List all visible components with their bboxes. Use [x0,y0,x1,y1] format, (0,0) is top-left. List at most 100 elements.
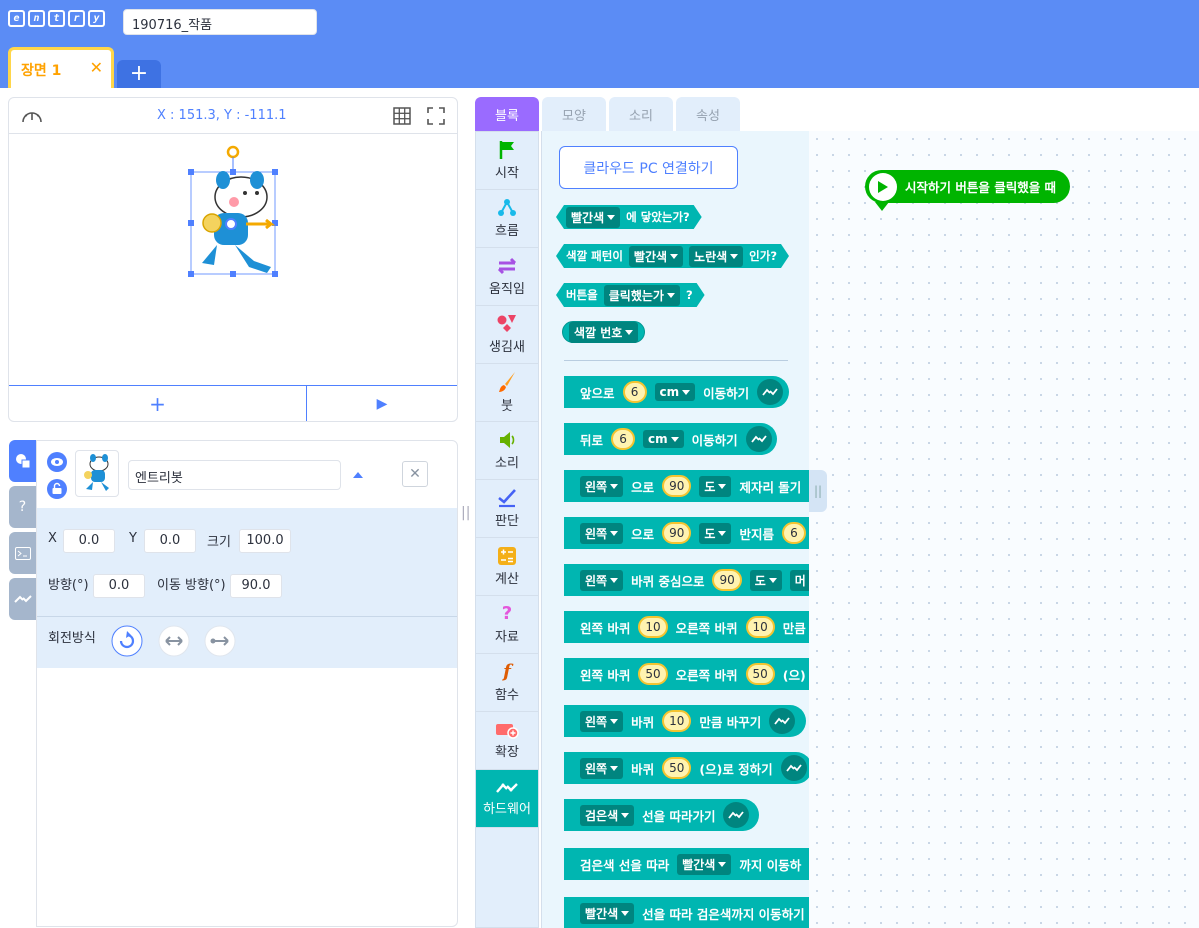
number-input[interactable]: 50 [662,757,692,779]
block-follow-line-until[interactable]: 검은색 선을 따라 빨간색 까지 이동하 [564,848,809,880]
cloud-pc-connect-button[interactable]: 클라우드 PC 연결하기 [559,146,738,189]
object-name-input[interactable]: 엔트리봇 [128,460,341,490]
color-dropdown[interactable]: 빨간색 [629,246,683,267]
category-brush[interactable]: 붓 [476,364,538,422]
entrybot-sprite[interactable] [9,135,457,385]
project-name-input[interactable]: 190716_작품 [123,9,317,35]
x-input[interactable]: 0.0 [63,529,115,553]
number-input[interactable]: 10 [662,710,692,732]
block-color-pattern[interactable]: 색깔 패턴이 빨간색 노란색 인가? [556,244,789,268]
direction-input[interactable]: 0.0 [93,574,145,598]
block-wheel-change[interactable]: 왼쪽 바퀴 10 만큼 바꾸기 [564,705,806,737]
direction-dropdown[interactable]: 왼쪽 [580,475,624,497]
number-input[interactable]: 90 [662,475,692,497]
block-turn-wheel-center[interactable]: 왼쪽 바퀴 중심으로 90 도 머 [564,564,809,596]
color-dropdown[interactable]: 빨간색 [566,207,620,228]
tab-sounds[interactable]: 소리 [609,97,673,131]
palette-resize-handle[interactable]: || [809,470,827,512]
number-input[interactable]: 10 [745,616,775,638]
category-hardware[interactable]: 하드웨어 [476,770,538,828]
unlock-icon[interactable] [47,479,67,499]
number-input[interactable]: 6 [622,381,647,403]
size-input[interactable]: 100.0 [239,529,291,553]
unit-dropdown[interactable]: cm [643,430,684,448]
console-tab[interactable] [9,532,36,574]
tab-blocks[interactable]: 블록 [475,97,539,131]
unit-dropdown[interactable]: 도 [749,569,782,591]
category-move[interactable]: 움직임 [476,248,538,306]
unit-dropdown[interactable]: cm [654,383,696,401]
add-scene-button[interactable]: + [117,60,161,88]
category-function[interactable]: f 함수 [476,654,538,712]
color-dropdown[interactable]: 빨간색 [580,902,635,924]
category-data[interactable]: ? 자료 [476,596,538,654]
category-calc[interactable]: 계산 [476,538,538,596]
category-start[interactable]: 시작 [476,132,538,190]
number-input[interactable]: 50 [638,663,668,685]
visibility-eye-icon[interactable] [47,452,67,472]
block-move-backward[interactable]: 뒤로 6 cm 이동하기 [564,423,777,455]
block-turn-radius[interactable]: 왼쪽 으로 90 도 반지름 6 [564,517,809,549]
move-direction-input[interactable]: 90.0 [230,574,282,598]
entry-logo[interactable]: e n t r y [8,10,105,27]
close-icon[interactable]: ✕ [90,58,103,77]
option-dropdown[interactable]: 머 [789,569,809,591]
clicked-dropdown[interactable]: 클릭했는가 [604,285,680,306]
block-move-forward[interactable]: 앞으로 6 cm 이동하기 [564,376,789,408]
number-input[interactable]: 10 [638,616,668,638]
start-button[interactable]: ▶ [307,386,457,421]
number-input[interactable]: 90 [712,569,742,591]
rotate-horizontal-icon[interactable] [158,625,190,657]
block-follow-line[interactable]: 검은색 선을 따라가기 [564,799,759,831]
category-judge[interactable]: 판단 [476,480,538,538]
caret-up-icon[interactable] [352,470,364,479]
block-button-clicked[interactable]: 버튼을 클릭했는가 ? [556,283,705,307]
rotate-none-icon[interactable] [204,625,236,657]
fullscreen-icon[interactable] [427,107,445,125]
script-workspace[interactable]: 시작하기 버튼을 클릭했을 때 [809,131,1199,928]
direction-dropdown[interactable]: 왼쪽 [580,569,624,591]
color-dropdown[interactable]: 빨간색 [677,853,732,875]
block-color-number[interactable]: 색깔 번호 [562,321,646,343]
color-dropdown[interactable]: 노란색 [689,246,743,267]
number-input[interactable]: 6 [781,522,806,544]
delete-object-button[interactable]: ✕ [402,461,428,487]
block-wheel-change-both[interactable]: 왼쪽 바퀴 10 오른쪽 바퀴 10 만큼 [564,611,809,643]
category-sound[interactable]: 소리 [476,422,538,480]
unit-dropdown[interactable]: 도 [699,522,732,544]
block-touching-color[interactable]: 빨간색 에 닿았는가? [556,205,702,229]
brush-icon [499,372,515,392]
speed-gauge-icon[interactable] [21,106,43,126]
block-follow-until-black[interactable]: 빨간색 선을 따라 검은색까지 이동하기 [564,897,809,928]
number-input[interactable]: 90 [662,522,692,544]
tab-properties[interactable]: 속성 [676,97,740,131]
wheel-dropdown[interactable]: 왼쪽 [580,710,624,732]
hardware-tab[interactable] [9,578,36,620]
grid-icon[interactable] [393,107,411,125]
when-start-clicked-block[interactable]: 시작하기 버튼을 클릭했을 때 [865,170,1071,203]
y-input[interactable]: 0.0 [144,529,196,553]
object-tab[interactable] [9,440,36,482]
help-tab[interactable]: ? [9,486,36,528]
unit-dropdown[interactable]: 도 [699,475,732,497]
category-flow[interactable]: 흐름 [476,190,538,248]
add-object-button[interactable]: + [9,386,307,421]
block-wheel-set-both[interactable]: 왼쪽 바퀴 50 오른쪽 바퀴 50 (으) [564,658,809,690]
direction-dropdown[interactable]: 왼쪽 [580,522,624,544]
panel-splitter[interactable]: || [461,505,471,527]
block-turn-in-place[interactable]: 왼쪽 으로 90 도 제자리 돌기 [564,470,809,502]
scene-tab[interactable]: 장면 1 ✕ [8,47,114,88]
move-icon [497,257,517,275]
number-input[interactable]: 50 [745,663,775,685]
object-thumbnail[interactable] [75,450,119,497]
line-color-dropdown[interactable]: 검은색 [580,804,635,826]
wheel-dropdown[interactable]: 왼쪽 [580,757,624,779]
rotate-free-icon[interactable] [111,625,143,657]
category-looks[interactable]: 생김새 [476,306,538,364]
color-number-dropdown[interactable]: 색깔 번호 [569,321,639,343]
stage-canvas[interactable] [9,135,457,385]
block-wheel-set[interactable]: 왼쪽 바퀴 50 (으)로 정하기 [564,752,809,784]
tab-shapes[interactable]: 모양 [542,97,606,131]
number-input[interactable]: 6 [611,428,636,450]
category-extension[interactable]: 확장 [476,712,538,770]
